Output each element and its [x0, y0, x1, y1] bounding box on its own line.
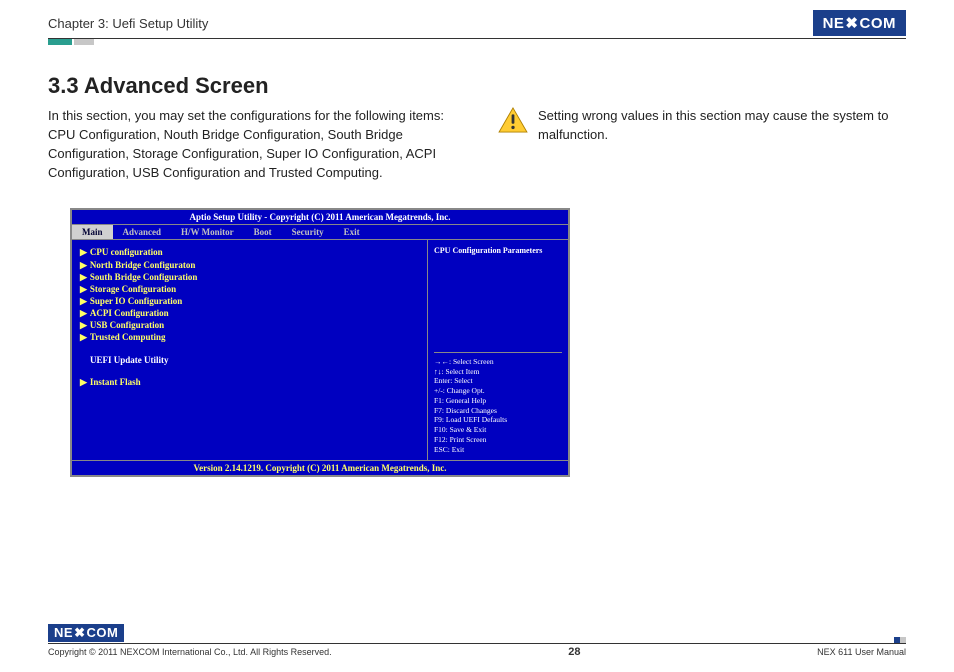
bios-tab-exit[interactable]: Exit: [334, 225, 370, 239]
bios-tab-bar: Main Advanced H/W Monitor Boot Security …: [72, 224, 568, 240]
bios-key-line: ↑↓: Select Item: [434, 367, 562, 377]
bios-tab-security[interactable]: Security: [282, 225, 334, 239]
bios-key-line: F9: Load UEFI Defaults: [434, 415, 562, 425]
bios-menu-item[interactable]: ▶ACPI Configuration: [80, 307, 419, 319]
bios-menu-item[interactable]: ▶USB Configuration: [80, 319, 419, 331]
bios-menu-item[interactable]: ▶CPU configuration: [80, 246, 419, 258]
bios-key-line: Enter: Select: [434, 376, 562, 386]
bios-menu-item[interactable]: ▶Instant Flash: [80, 376, 419, 388]
bios-title-bar: Aptio Setup Utility - Copyright (C) 2011…: [72, 210, 568, 224]
bios-menu-item[interactable]: ▶Trusted Computing: [80, 331, 419, 343]
bios-key-legend: →←: Select Screen ↑↓: Select Item Enter:…: [434, 352, 562, 455]
bios-tab-main[interactable]: Main: [72, 225, 113, 239]
bios-menu-item[interactable]: ▶Storage Configuration: [80, 283, 419, 295]
arrow-right-icon: ▶: [80, 247, 87, 257]
footer-squares-icon: [894, 637, 906, 643]
bios-help-title: CPU Configuration Parameters: [434, 246, 562, 255]
page-number: 28: [568, 646, 580, 658]
bios-menu-list: ▶CPU configuration ▶North Bridge Configu…: [72, 240, 428, 460]
bios-version-footer: Version 2.14.1219. Copyright (C) 2011 Am…: [72, 460, 568, 475]
brand-logo: NE✖COM: [813, 10, 906, 36]
bios-key-line: F12: Print Screen: [434, 435, 562, 445]
arrow-right-icon: ▶: [80, 332, 87, 342]
chapter-title: Chapter 3: Uefi Setup Utility: [48, 16, 208, 31]
manual-name: NEX 611 User Manual: [817, 647, 906, 657]
warning-text: Setting wrong values in this section may…: [538, 107, 906, 145]
bios-menu-item[interactable]: ▶Super IO Configuration: [80, 295, 419, 307]
bios-screenshot: Aptio Setup Utility - Copyright (C) 2011…: [70, 208, 570, 477]
intro-text: In this section, you may set the configu…: [48, 107, 468, 182]
arrow-right-icon: ▶: [80, 272, 87, 282]
bios-key-line: ESC: Exit: [434, 445, 562, 455]
footer-rule: [48, 643, 906, 644]
page-heading: 3.3 Advanced Screen: [48, 73, 906, 99]
bios-tab-boot[interactable]: Boot: [244, 225, 282, 239]
bios-menu-item[interactable]: ▶South Bridge Configuration: [80, 271, 419, 283]
footer-brand-logo: NE✖COM: [48, 623, 124, 643]
arrow-right-icon: ▶: [80, 320, 87, 330]
logo-x-icon: ✖: [74, 625, 85, 640]
warning-icon: [498, 107, 528, 139]
bios-menu-item[interactable]: ▶North Bridge Configuraton: [80, 259, 419, 271]
bios-key-line: F1: General Help: [434, 396, 562, 406]
arrow-right-icon: ▶: [80, 284, 87, 294]
bios-section-label: UEFI Update Utility: [90, 354, 419, 366]
bios-tab-hwmonitor[interactable]: H/W Monitor: [171, 225, 244, 239]
bios-tab-advanced[interactable]: Advanced: [113, 225, 172, 239]
copyright-text: Copyright © 2011 NEXCOM International Co…: [48, 647, 332, 657]
bios-key-line: F10: Save & Exit: [434, 425, 562, 435]
bios-key-line: F7: Discard Changes: [434, 406, 562, 416]
arrow-right-icon: ▶: [80, 377, 87, 387]
arrow-right-icon: ▶: [80, 308, 87, 318]
arrow-right-icon: ▶: [80, 296, 87, 306]
bios-key-line: →←: Select Screen: [434, 357, 562, 367]
logo-x-icon: ✖: [845, 14, 858, 32]
arrow-right-icon: ▶: [80, 260, 87, 270]
bios-key-line: +/-: Change Opt.: [434, 386, 562, 396]
